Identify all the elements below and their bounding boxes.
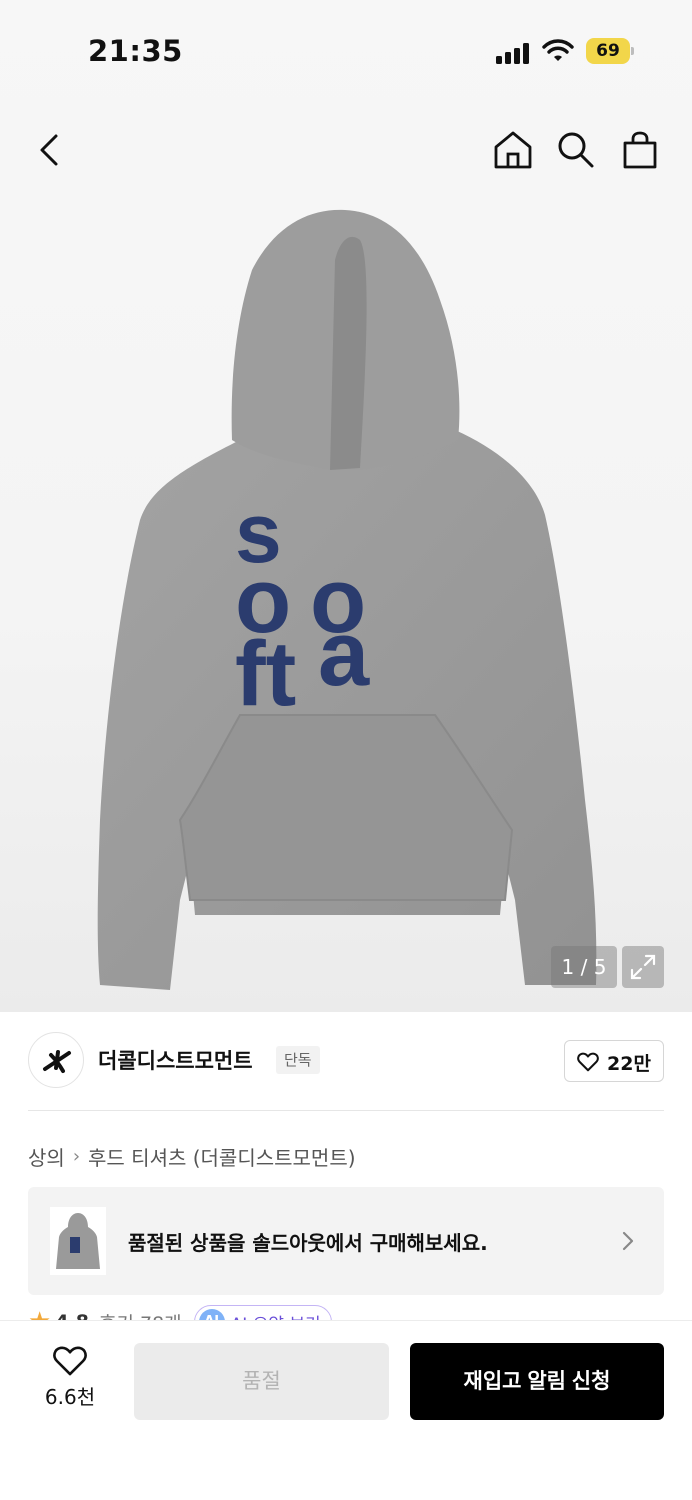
status-bar: 21:35 69: [0, 0, 692, 100]
brand-like-count: 22만: [607, 1053, 651, 1075]
bottom-action-bar: 6.6천 품절 재입고 알림 신청: [0, 1320, 692, 1500]
home-icon[interactable]: [493, 130, 533, 170]
status-time: 21:35: [88, 34, 183, 68]
soldout-banner[interactable]: 품절된 상품을 솔드아웃에서 구매해보세요.: [28, 1187, 664, 1295]
wishlist-button[interactable]: 6.6천: [36, 1345, 104, 1415]
search-icon[interactable]: [556, 130, 596, 170]
battery-icon: 69: [586, 38, 634, 64]
divider: [28, 1110, 664, 1111]
chevron-right-icon: ›: [72, 1146, 81, 1167]
exclusive-badge: 단독: [276, 1046, 320, 1074]
heart-icon: [577, 1052, 599, 1072]
brand-like-button[interactable]: 22만: [564, 1040, 664, 1082]
battery-level: 69: [586, 38, 630, 64]
breadcrumb-category[interactable]: 상의: [28, 1142, 65, 1171]
wifi-icon: [542, 39, 574, 61]
brand-star-icon: [43, 1050, 71, 1073]
banner-text: 품절된 상품을 솔드아웃에서 구매해보세요.: [128, 1231, 488, 1255]
brand-name[interactable]: 더콜디스트모먼트: [98, 1045, 253, 1075]
chevron-left-icon[interactable]: [32, 130, 68, 170]
shopping-bag-icon[interactable]: [620, 130, 660, 170]
product-image[interactable]: s o o ft . a . p 1 / 5: [0, 0, 692, 1012]
expand-icon[interactable]: [622, 946, 664, 988]
svg-text:ft: ft: [235, 623, 296, 725]
breadcrumb-subcategory[interactable]: 후드 티셔츠 (더콜디스트모먼트): [88, 1142, 356, 1171]
heart-icon: [53, 1346, 87, 1376]
restock-alert-button[interactable]: 재입고 알림 신청: [410, 1343, 664, 1420]
breadcrumb: 상의 › 후드 티셔츠 (더콜디스트모먼트): [28, 1142, 356, 1171]
wishlist-count: 6.6천: [44, 1385, 96, 1409]
cellular-signal-icon: [496, 42, 532, 64]
svg-text:a: a: [318, 603, 370, 705]
banner-thumbnail: [50, 1207, 106, 1275]
chevron-right-icon: [622, 1231, 634, 1251]
brand-logo[interactable]: [28, 1032, 84, 1088]
soldout-button: 품절: [134, 1343, 389, 1420]
image-counter: 1 / 5: [551, 946, 617, 988]
